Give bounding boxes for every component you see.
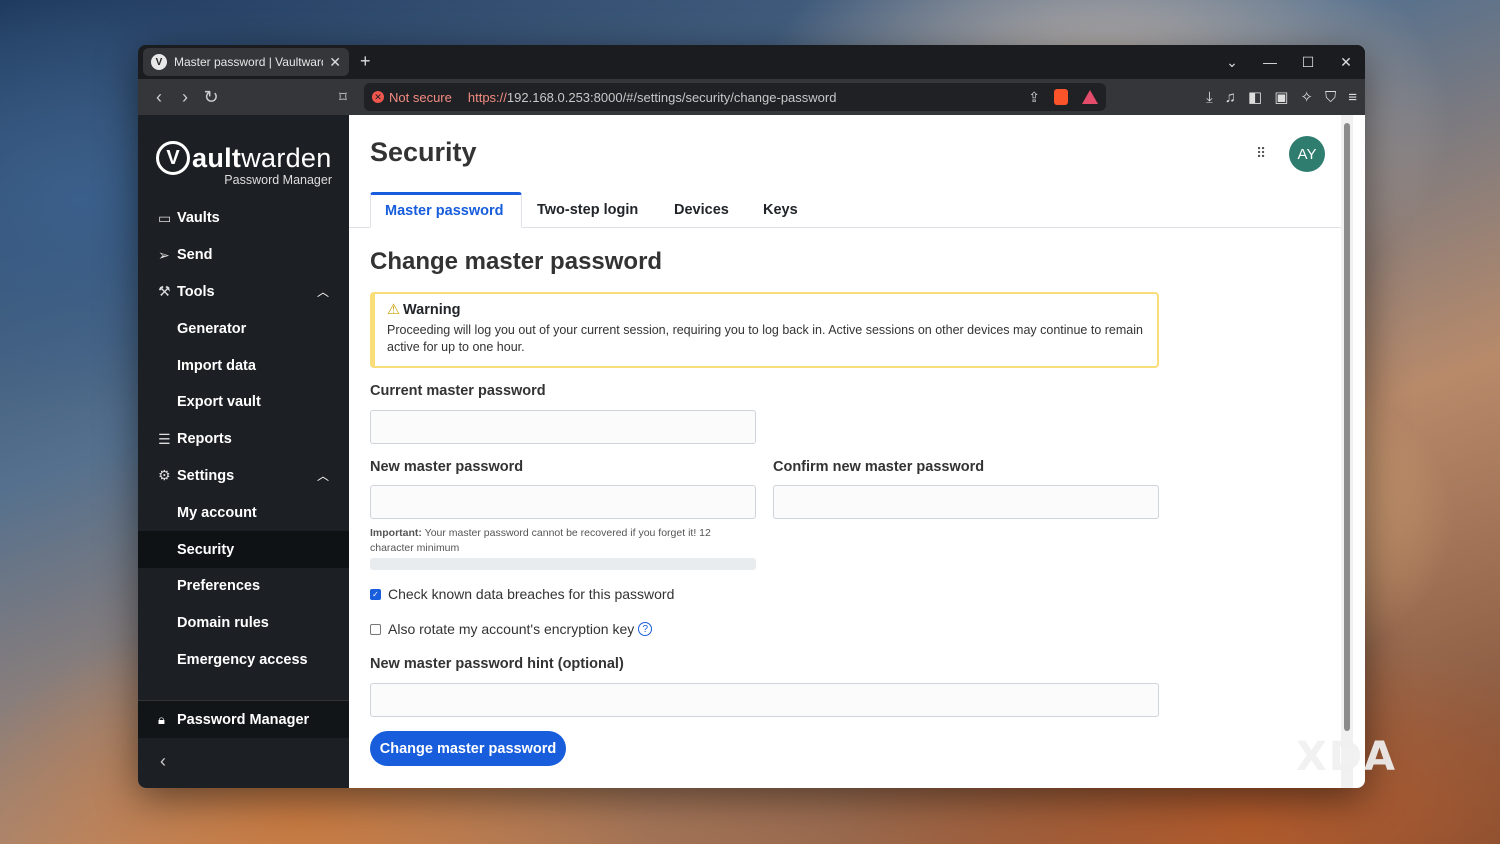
reports-icon: ☰ <box>158 430 171 447</box>
sidebar-item-export-vault[interactable]: Export vault <box>138 384 349 421</box>
section-heading: Change master password <box>370 248 663 275</box>
sidebar-item-vaults[interactable]: ▭ Vaults <box>138 200 349 237</box>
sidebar-item-domain-rules[interactable]: Domain rules <box>138 605 349 642</box>
vpn-icon[interactable]: ⛉ <box>1325 89 1336 106</box>
hint-input[interactable] <box>370 683 1159 717</box>
sidebar-item-send[interactable]: ➢ Send <box>138 237 349 274</box>
password-strength-meter <box>370 558 756 570</box>
password-requirement-note: Important: Your master password cannot b… <box>370 527 711 554</box>
settings-tabs: Master password Two-step login Devices K… <box>349 192 1341 228</box>
vault-icon: ▭ <box>158 209 172 226</box>
address-bar-icons: ⇪ <box>1028 89 1098 106</box>
sidebar-item-generator[interactable]: Generator <box>138 310 349 347</box>
product-switcher-icon[interactable]: ⠿ <box>1256 145 1271 161</box>
product-switcher[interactable]: 🔒︎ Password Manager <box>138 700 349 738</box>
tab-master-password[interactable]: Master password <box>370 192 522 228</box>
current-password-input[interactable] <box>370 410 756 444</box>
sidebar: V aultwarden Password Manager ▭ Vaults ➢ S… <box>138 115 349 788</box>
close-tab-icon[interactable]: ✕ <box>329 54 341 71</box>
current-password-label: Current master password <box>370 383 546 399</box>
gear-icon: ⚙ <box>158 467 171 484</box>
toolbar-right: ⤓ ♫ ◧ ▣ ✧ ⛉ ≡ <box>1206 79 1357 115</box>
xda-watermark: XDA <box>1296 734 1397 780</box>
avatar[interactable]: AY <box>1289 136 1325 172</box>
forward-icon[interactable]: › <box>172 87 198 108</box>
sidebar-item-reports[interactable]: ☰ Reports <box>138 421 349 458</box>
rotate-key-option[interactable]: Also rotate my account's encryption key … <box>370 621 653 637</box>
sidebar-item-security[interactable]: Security <box>138 531 349 568</box>
media-icon[interactable]: ♫ <box>1225 89 1236 106</box>
warning-body: Proceeding will log you out of your curr… <box>387 323 1143 354</box>
vaultwarden-favicon-icon: V <box>151 54 167 70</box>
rotate-key-label: Also rotate my account's encryption key <box>388 621 635 637</box>
sidebar-nav: ▭ Vaults ➢ Send ⚒ Tools ︿ Generator Import d… <box>138 200 349 678</box>
sidebar-item-preferences[interactable]: Preferences <box>138 568 349 605</box>
tools-icon: ⚒ <box>158 283 171 300</box>
hint-label: New master password hint (optional) <box>370 656 624 672</box>
tab-two-step-login[interactable]: Two-step login <box>537 192 638 228</box>
new-password-label: New master password <box>370 459 524 475</box>
change-master-password-button[interactable]: Change master password <box>370 731 566 766</box>
chevron-up-icon: ︿ <box>316 285 329 300</box>
url-text: 192.168.0.253:8000/#/settings/security/c… <box>506 89 837 105</box>
new-tab-icon[interactable]: + <box>360 51 371 72</box>
browser-tab[interactable]: V Master password | Vaultwarden ✕ <box>143 48 349 76</box>
not-secure-icon: ✕ <box>372 91 384 103</box>
tab-list-icon[interactable]: ⌄ <box>1213 54 1251 71</box>
brave-rewards-icon[interactable] <box>1082 90 1098 104</box>
download-icon[interactable]: ⤓ <box>1206 89 1213 106</box>
logo-mark: V <box>156 141 190 175</box>
sidebar-item-import-data[interactable]: Import data <box>138 347 349 384</box>
rotate-key-checkbox[interactable] <box>370 623 381 635</box>
chevron-up-icon: ︿ <box>316 469 329 484</box>
web-page: V aultwarden Password Manager ▭ Vaults ➢ S… <box>138 115 1365 788</box>
sidebar-item-settings[interactable]: ⚙ Settings ︿ <box>138 458 349 495</box>
sidebar-item-my-account[interactable]: My account <box>138 494 349 531</box>
sidebar-item-emergency-access[interactable]: Emergency access <box>138 642 349 679</box>
address-bar[interactable]: ✕ Not secure https:// 192.168.0.253:8000… <box>364 83 1106 111</box>
share-icon[interactable]: ⇪ <box>1028 89 1040 106</box>
warning-title: ⚠ Warning <box>387 302 461 318</box>
send-icon: ➢ <box>158 246 170 263</box>
tab-title: Master password | Vaultwarden <box>174 55 323 69</box>
menu-icon[interactable]: ≡ <box>1348 89 1357 106</box>
confirm-password-label: Confirm new master password <box>773 459 985 475</box>
window-controls: ⌄ — ☐ ✕ <box>1213 45 1365 79</box>
check-breach-checkbox[interactable]: ✓ <box>370 588 381 600</box>
logo-name: aultwarden <box>192 143 332 173</box>
nav-bar: ‹ › ↻ ⌑ ✕ Not secure https:// 192.168.0.… <box>138 79 1365 115</box>
back-icon[interactable]: ‹ <box>146 87 172 108</box>
main-content: Security ⠿ AY Master password Two-step l… <box>349 115 1353 788</box>
new-password-input[interactable] <box>370 485 756 519</box>
check-breach-option[interactable]: ✓ Check known data breaches for this pas… <box>370 586 674 602</box>
tab-bar: V Master password | Vaultwarden ✕ + ⌄ — … <box>138 45 1365 79</box>
maximize-icon[interactable]: ☐ <box>1289 54 1327 71</box>
url-scheme: https:// <box>467 89 507 105</box>
bookmark-icon[interactable]: ⌑ <box>330 88 356 106</box>
lock-icon: 🔒︎ <box>158 711 165 727</box>
tab-keys[interactable]: Keys <box>763 192 798 228</box>
sidebar-toggle-icon[interactable]: ◧ <box>1248 88 1262 106</box>
reload-icon[interactable]: ↻ <box>198 87 224 108</box>
vaultwarden-logo[interactable]: V aultwarden Password Manager <box>156 141 336 189</box>
scrollbar-thumb[interactable] <box>1344 123 1350 731</box>
tab-devices[interactable]: Devices <box>674 192 729 228</box>
warning-icon: ⚠ <box>387 302 400 318</box>
minimize-icon[interactable]: — <box>1251 54 1289 70</box>
leo-icon[interactable]: ✧ <box>1300 88 1313 106</box>
check-breach-label: Check known data breaches for this passw… <box>388 586 675 602</box>
help-icon[interactable]: ? <box>638 622 653 636</box>
brave-shields-icon[interactable] <box>1054 89 1068 105</box>
warning-callout: ⚠ Warning Proceeding will log you out of … <box>370 292 1159 368</box>
wallet-icon[interactable]: ▣ <box>1274 88 1288 106</box>
page-scrollbar[interactable] <box>1341 115 1353 788</box>
browser-window: V Master password | Vaultwarden ✕ + ⌄ — … <box>138 45 1365 788</box>
sidebar-item-tools[interactable]: ⚒ Tools ︿ <box>138 274 349 311</box>
not-secure-label[interactable]: Not secure <box>389 90 452 105</box>
collapse-sidebar-icon[interactable]: ‹ <box>160 751 166 772</box>
page-title: Security <box>370 137 477 167</box>
confirm-password-input[interactable] <box>773 485 1159 519</box>
logo-subtitle: Password Manager <box>224 173 332 187</box>
close-window-icon[interactable]: ✕ <box>1327 54 1365 71</box>
